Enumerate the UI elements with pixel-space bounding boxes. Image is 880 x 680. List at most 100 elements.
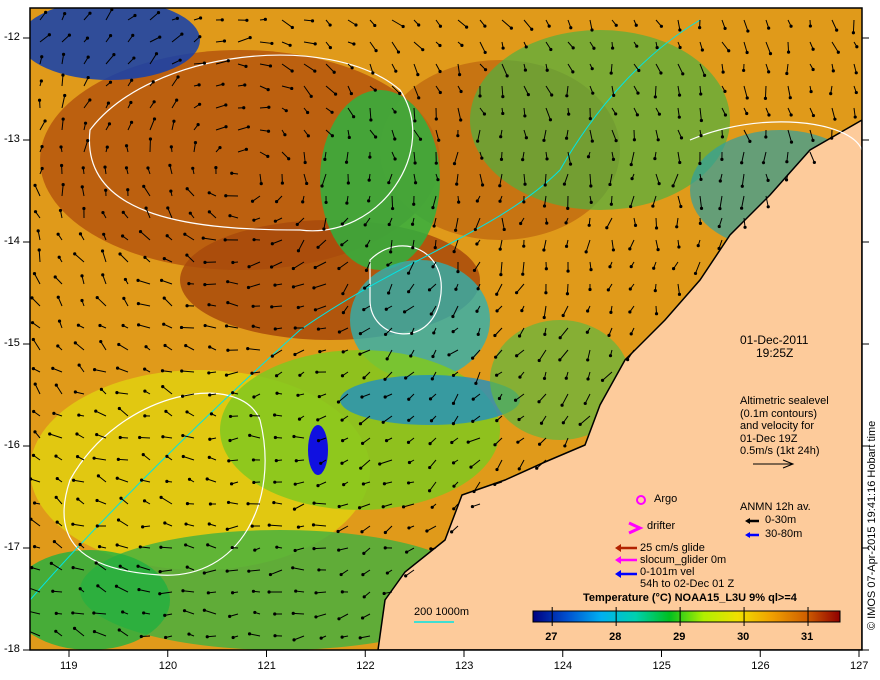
- velocity-arrow-head: [522, 244, 526, 248]
- velocity-arrow-head: [413, 161, 417, 165]
- velocity-arrow-head: [53, 275, 57, 279]
- velocity-arrow-head: [515, 354, 519, 358]
- velocity-arrow-head: [156, 11, 161, 15]
- velocity-arrow-head: [407, 397, 411, 401]
- velocity-arrow-head: [104, 188, 108, 192]
- velocity-arrow-head: [290, 69, 294, 73]
- velocity-arrow-head: [434, 117, 438, 121]
- velocity-arrow-head: [273, 612, 277, 616]
- velocity-arrow-head: [412, 202, 416, 206]
- velocity-arrow-head: [185, 565, 189, 569]
- velocity-arrow-head: [197, 83, 201, 87]
- velocity-arrow-head: [30, 296, 34, 300]
- velocity-arrow-head: [296, 525, 301, 529]
- velocity-arrow-head: [586, 155, 591, 159]
- velocity-arrow-head: [811, 138, 815, 142]
- velocity-arrow-head: [357, 506, 362, 510]
- altimetry-line: (0.1m contours): [740, 407, 818, 420]
- velocity-arrow-head: [721, 70, 725, 74]
- velocity-arrow-head: [78, 542, 82, 547]
- velocity-arrow-head: [767, 70, 771, 74]
- velocity-arrow-head: [611, 157, 616, 161]
- velocity-arrow-head: [222, 39, 227, 43]
- velocity-arrow-head: [225, 527, 229, 531]
- velocity-arrow-head: [723, 113, 728, 117]
- velocity-arrow-head: [37, 248, 41, 252]
- velocity-arrow-head: [561, 313, 565, 318]
- velocity-arrow-head: [33, 210, 38, 214]
- velocity-arrow-head: [548, 118, 553, 122]
- velocity-arrow-head: [789, 113, 793, 117]
- velocity-arrow-head: [61, 117, 65, 121]
- lon-tick-label: 122: [356, 660, 375, 672]
- velocity-arrow-head: [158, 569, 162, 574]
- velocity-arrow-head: [748, 139, 752, 144]
- velocity-arrow-head: [537, 358, 541, 363]
- velocity-arrow-head: [138, 229, 143, 234]
- velocity-arrow-head: [92, 456, 96, 460]
- velocity-arrow-head: [745, 96, 749, 100]
- velocity-arrow-head: [312, 501, 316, 505]
- velocity-arrow-head: [266, 154, 270, 158]
- velocity-arrow-head: [136, 302, 140, 306]
- velocity-arrow-head: [119, 496, 123, 500]
- velocity-arrow-head: [40, 166, 44, 171]
- velocity-arrow-head: [207, 522, 211, 526]
- velocity-arrow-head: [808, 24, 812, 28]
- velocity-arrow-head: [767, 113, 771, 117]
- legend-glide: 25 cm/s glide: [640, 542, 705, 554]
- velocity-arrow-head: [629, 162, 633, 167]
- velocity-arrow-head: [32, 409, 36, 414]
- velocity-arrow-head: [678, 28, 682, 32]
- velocity-arrow-head: [55, 476, 59, 481]
- velocity-arrow-head: [224, 125, 228, 129]
- velocity-arrow-head: [272, 500, 276, 505]
- velocity-arrow-head: [143, 255, 147, 259]
- velocity-arrow-head: [273, 327, 277, 331]
- velocity-arrow-head: [655, 45, 659, 50]
- velocity-arrow-head: [607, 333, 611, 337]
- velocity-arrow-head: [483, 50, 487, 55]
- velocity-arrow-head: [429, 312, 433, 316]
- velocity-arrow-head: [291, 566, 295, 570]
- velocity-arrow-head: [498, 247, 502, 251]
- velocity-arrow-head: [319, 636, 323, 640]
- velocity-arrow-head: [830, 136, 834, 140]
- velocity-arrow-head: [185, 410, 189, 414]
- lon-tick-label: 120: [158, 660, 178, 672]
- velocity-arrow-head: [328, 23, 332, 27]
- velocity-arrow-head: [340, 243, 344, 247]
- lat-tick-label: -12: [4, 31, 20, 43]
- velocity-arrow-head: [30, 321, 35, 325]
- velocity-arrow-head: [451, 422, 456, 426]
- velocity-arrow-head: [187, 477, 192, 481]
- velocity-arrow-head: [831, 69, 835, 73]
- velocity-arrow-head: [671, 184, 675, 188]
- velocity-arrow-head: [71, 566, 75, 570]
- velocity-arrow-head: [205, 477, 209, 481]
- velocity-arrow-head: [291, 266, 295, 271]
- velocity-arrow-head: [569, 26, 573, 30]
- velocity-arrow-head: [516, 440, 520, 444]
- velocity-arrow-head: [203, 260, 207, 264]
- velocity-arrow-head: [73, 390, 77, 394]
- lon-tick-label: 127: [850, 660, 869, 672]
- credit-text: © IMOS 07-Apr-2015 19:41:16 Hobart time: [866, 420, 878, 630]
- velocity-arrow-head: [404, 574, 408, 578]
- velocity-arrow-head: [367, 199, 371, 203]
- velocity-arrow-head: [717, 246, 721, 251]
- altimetry-line: 0.5m/s (1kt 24h): [740, 445, 820, 457]
- velocity-arrow-head: [115, 391, 119, 395]
- velocity-arrow-head: [248, 36, 252, 40]
- velocity-arrow-head: [176, 75, 180, 79]
- velocity-arrow-head: [316, 327, 321, 331]
- velocity-arrow-head: [143, 367, 147, 371]
- velocity-arrow-head: [231, 391, 235, 395]
- velocity-arrow-head: [293, 548, 297, 553]
- velocity-arrow-head: [611, 46, 615, 50]
- velocity-arrow-head: [457, 200, 461, 204]
- velocity-arrow-head: [523, 182, 527, 186]
- velocity-arrow-head: [33, 382, 37, 386]
- velocity-arrow-head: [410, 331, 414, 336]
- velocity-arrow-head: [430, 505, 434, 509]
